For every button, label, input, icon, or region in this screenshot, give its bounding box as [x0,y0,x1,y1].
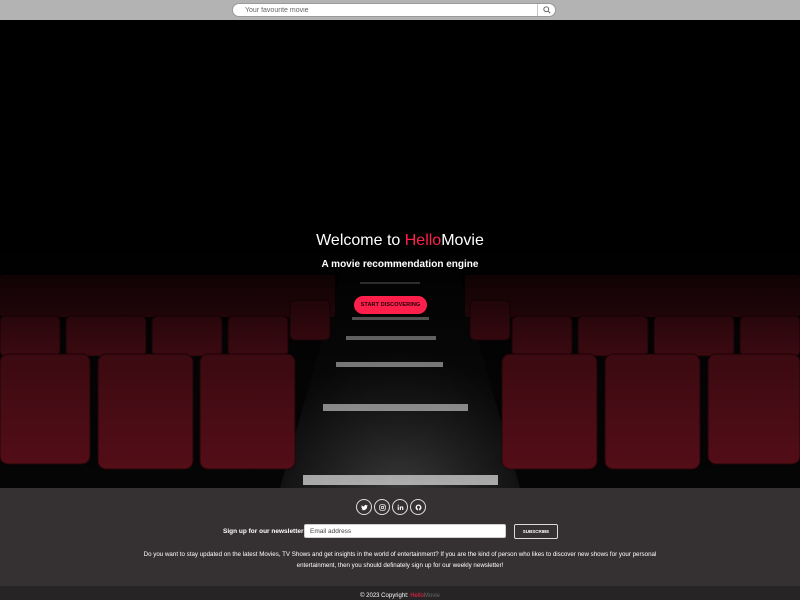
copyright-brand-hello[interactable]: Hello [410,593,424,599]
subscribe-button[interactable]: SUBSCRIBE [514,524,558,539]
instagram-link[interactable] [374,499,390,515]
search-icon [542,6,551,14]
github-link[interactable] [410,499,426,515]
email-field[interactable] [304,524,506,538]
hero-title: Welcome to HelloMovie [0,232,800,250]
twitter-link[interactable] [356,499,372,515]
search-button[interactable] [537,4,555,16]
title-prefix: Welcome to [316,232,405,249]
github-icon [415,504,421,510]
newsletter-description: Do you want to stay updated on the lates… [143,551,657,569]
instagram-icon [378,503,386,511]
copyright-brand-movie[interactable]: Movie [424,593,440,599]
linkedin-icon [397,504,403,510]
brand-movie: Movie [441,232,484,249]
footer: Sign up for our newsletter SUBSCRIBE Do … [0,488,800,586]
social-links [356,499,426,515]
search-box [232,3,556,17]
copyright-prefix: © 2023 Copyright: [360,593,411,599]
copyright-bar: © 2023 Copyright: HelloMovie [0,586,800,600]
start-discovering-button[interactable]: START DISCOVERING [354,296,427,314]
copyright-text: © 2023 Copyright: HelloMovie [0,593,800,599]
hero-subtitle: A movie recommendation engine [321,259,479,270]
search-input[interactable] [245,4,537,16]
newsletter-label: Sign up for our newsletter [223,528,304,535]
top-bar [0,0,800,20]
twitter-icon [360,504,368,510]
linkedin-link[interactable] [392,499,408,515]
hero-section: Welcome to HelloMovie A movie recommenda… [0,20,800,488]
brand-hello: Hello [404,232,442,249]
cinema-background-image [0,20,800,488]
